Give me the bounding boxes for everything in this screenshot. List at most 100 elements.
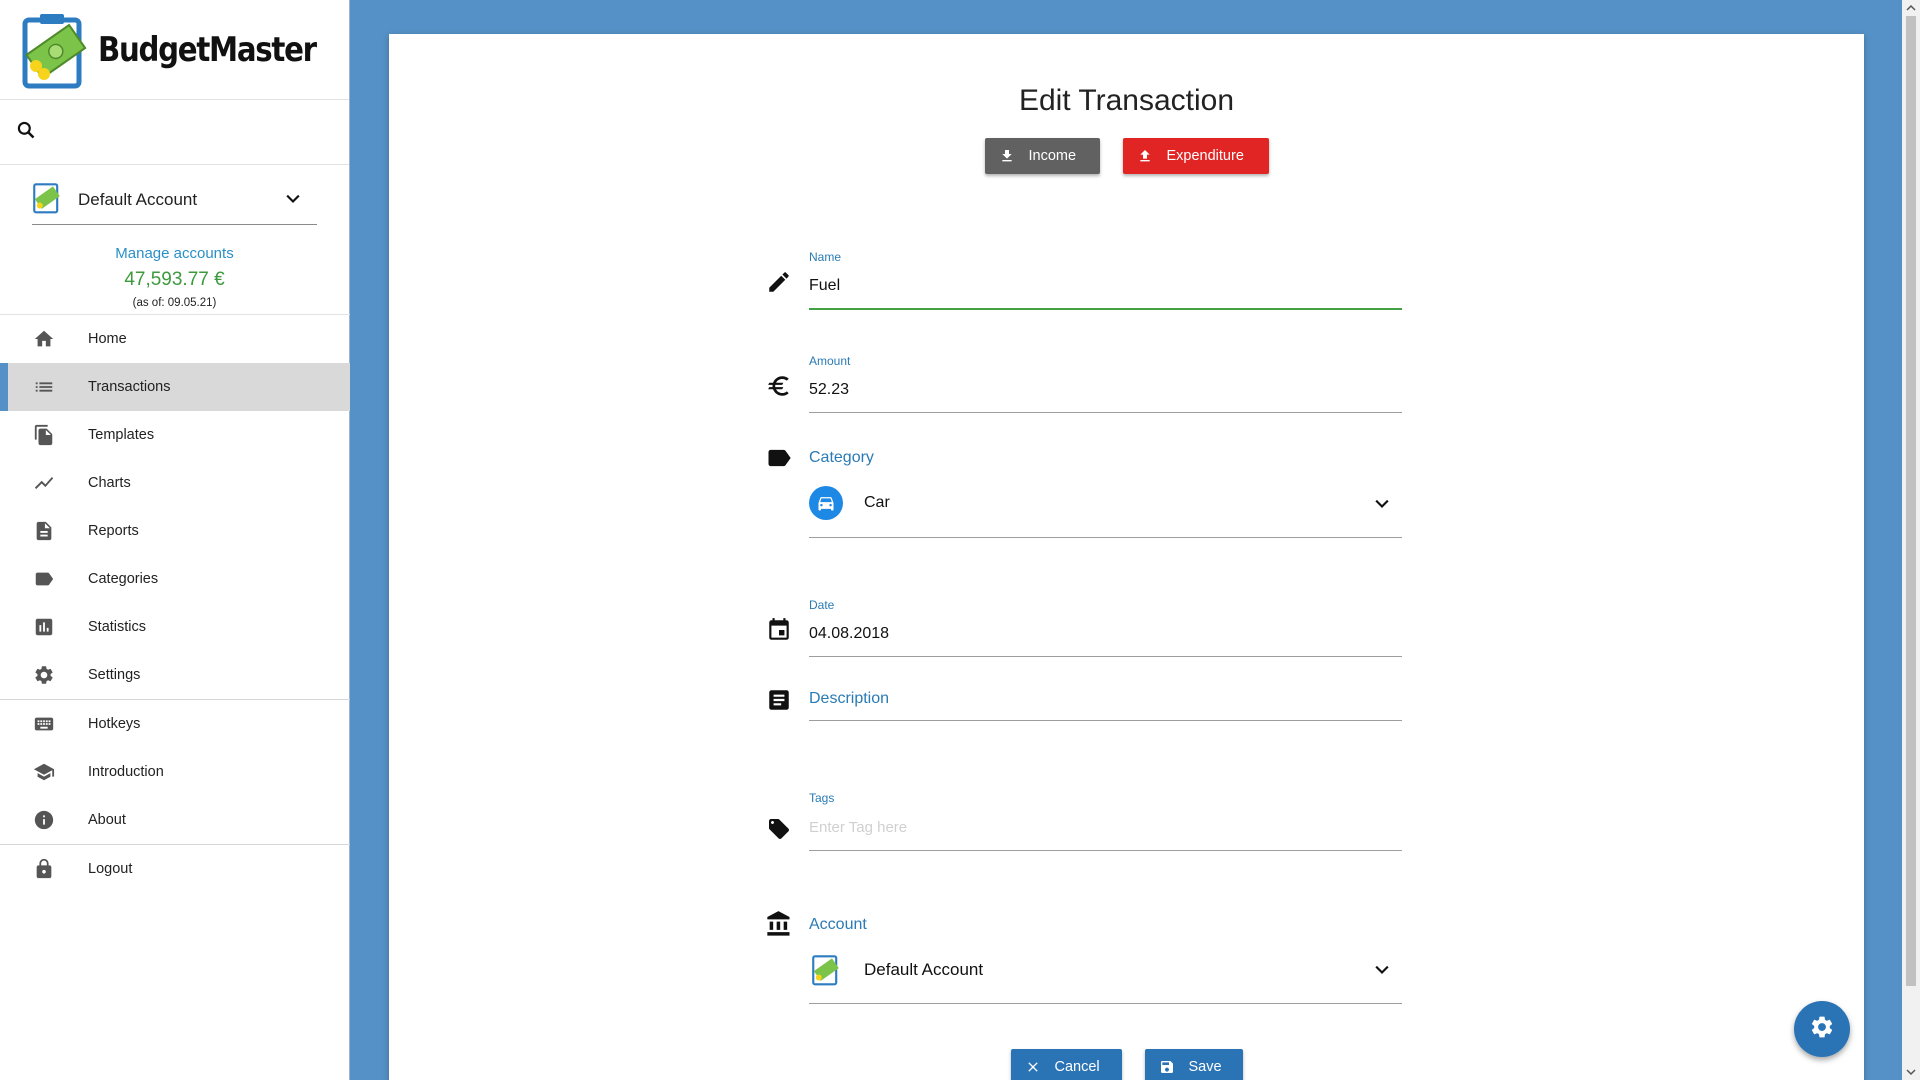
document-icon (32, 519, 56, 543)
description-field[interactable]: Description (769, 684, 1402, 748)
date-field[interactable]: Date 04.08.2018 (769, 566, 1402, 657)
bar-chart-icon (32, 615, 56, 639)
close-icon (1025, 1059, 1041, 1075)
scrollbar-thumb[interactable] (1906, 16, 1916, 986)
sidebar-item-label: Introduction (88, 764, 164, 780)
calendar-icon (765, 616, 793, 644)
scroll-up-arrow-icon[interactable] (1902, 0, 1920, 16)
amount-field[interactable]: Amount 52.23 (768, 322, 1402, 413)
account-underline (809, 1003, 1402, 1004)
lock-icon (32, 857, 56, 881)
name-underline (809, 308, 1402, 310)
sidebar-nav: Home Transactions Templates Charts Repor… (0, 314, 350, 893)
bank-icon (765, 910, 793, 938)
page-scrollbar[interactable] (1902, 0, 1920, 1080)
notes-icon (765, 686, 793, 714)
sidebar-item-label: About (88, 812, 126, 828)
sidebar-item-reports[interactable]: Reports (0, 507, 350, 555)
tags-input[interactable]: Enter Tag here (809, 819, 907, 836)
account-select-label: Default Account (78, 189, 198, 209)
school-icon (32, 760, 56, 784)
sidebar-item-templates[interactable]: Templates (0, 411, 350, 459)
income-button[interactable]: Income (984, 138, 1100, 174)
upload-icon (1137, 148, 1153, 164)
sidebar-item-home[interactable]: Home (0, 315, 350, 363)
label-icon (765, 444, 793, 472)
download-icon (999, 148, 1015, 164)
save-label: Save (1188, 1059, 1222, 1075)
file-copy-icon (32, 423, 56, 447)
expenditure-label: Expenditure (1166, 148, 1244, 164)
balance-date: (as of: 09.05.21) (132, 297, 217, 309)
chevron-down-icon (283, 189, 303, 214)
account-avatar-icon (811, 952, 841, 991)
date-label: Date (809, 598, 835, 612)
save-button[interactable]: Save (1144, 1049, 1243, 1080)
expenditure-button[interactable]: Expenditure (1122, 138, 1269, 174)
category-select-value[interactable]: Car (864, 494, 890, 512)
account-field[interactable]: Account Default Account (767, 910, 1402, 1010)
income-label: Income (1028, 148, 1077, 164)
category-field[interactable]: Category Car (768, 444, 1402, 544)
amount-input[interactable]: 52.23 (809, 381, 849, 399)
transaction-type-toggle: Income Expenditure (389, 138, 1864, 174)
description-underline (809, 720, 1402, 721)
cancel-label: Cancel (1054, 1059, 1100, 1075)
account-avatar-icon (32, 180, 62, 219)
manage-accounts-link[interactable]: Manage accounts (0, 245, 349, 262)
label-icon (32, 567, 56, 591)
sidebar-item-logout[interactable]: Logout (0, 845, 350, 893)
sidebar-item-label: Settings (88, 667, 141, 683)
account-select-value[interactable]: Default Account (864, 960, 983, 980)
settings-fab-button[interactable] (1794, 1001, 1850, 1057)
sidebar-item-transactions[interactable]: Transactions (0, 363, 350, 411)
info-icon (32, 808, 56, 832)
sidebar-item-settings[interactable]: Settings (0, 651, 350, 699)
account-select[interactable]: Default Account (32, 175, 317, 225)
chart-line-icon (32, 471, 56, 495)
sidebar-item-label: Charts (88, 475, 131, 491)
name-label: Name (809, 250, 842, 264)
sidebar-item-statistics[interactable]: Statistics (0, 603, 350, 651)
sidebar-item-about[interactable]: About (0, 796, 350, 844)
category-label: Category (809, 449, 874, 466)
tags-underline (809, 850, 1402, 851)
sidebar-item-label: Logout (88, 861, 133, 877)
search-icon[interactable] (16, 120, 36, 145)
car-icon (809, 486, 843, 520)
sidebar-item-label: Statistics (88, 619, 147, 635)
list-icon (32, 375, 56, 399)
chevron-down-icon (1372, 960, 1392, 985)
account-balance: 47,593.77 € (124, 269, 225, 290)
edit-transaction-card: Edit Transaction Income Expenditure Name… (389, 34, 1864, 1080)
sidebar-item-hotkeys[interactable]: Hotkeys (0, 700, 350, 748)
cancel-button[interactable]: Cancel (1010, 1049, 1122, 1080)
scroll-down-arrow-icon[interactable] (1902, 1064, 1920, 1080)
sidebar-item-label: Transactions (88, 379, 171, 395)
sidebar: BudgetMaster Default Account Manage acco… (0, 0, 350, 1080)
app-name: BudgetMaster (98, 29, 317, 70)
sidebar-item-categories[interactable]: Categories (0, 555, 350, 603)
pencil-icon (765, 268, 793, 296)
search-bar[interactable] (0, 100, 349, 165)
gear-icon (32, 663, 56, 687)
category-underline (809, 537, 1402, 538)
tags-field[interactable]: Tags Enter Tag here (769, 791, 1402, 881)
page-title: Edit Transaction (1018, 84, 1235, 117)
name-input[interactable]: Fuel (809, 277, 840, 295)
budgetmaster-logo-icon (22, 10, 88, 90)
sidebar-item-charts[interactable]: Charts (0, 459, 350, 507)
sidebar-item-label: Home (88, 331, 127, 347)
date-underline (809, 656, 1402, 657)
amount-underline (809, 412, 1402, 413)
logo[interactable]: BudgetMaster (0, 0, 349, 100)
date-input[interactable]: 04.08.2018 (809, 625, 889, 643)
description-label: Description (809, 690, 890, 707)
keyboard-icon (32, 712, 56, 736)
chevron-down-icon (1372, 494, 1392, 519)
sidebar-item-label: Reports (88, 523, 139, 539)
name-field[interactable]: Name Fuel (769, 218, 1402, 310)
tag-icon (765, 815, 793, 843)
account-label: Account (809, 916, 867, 933)
sidebar-item-introduction[interactable]: Introduction (0, 748, 350, 796)
